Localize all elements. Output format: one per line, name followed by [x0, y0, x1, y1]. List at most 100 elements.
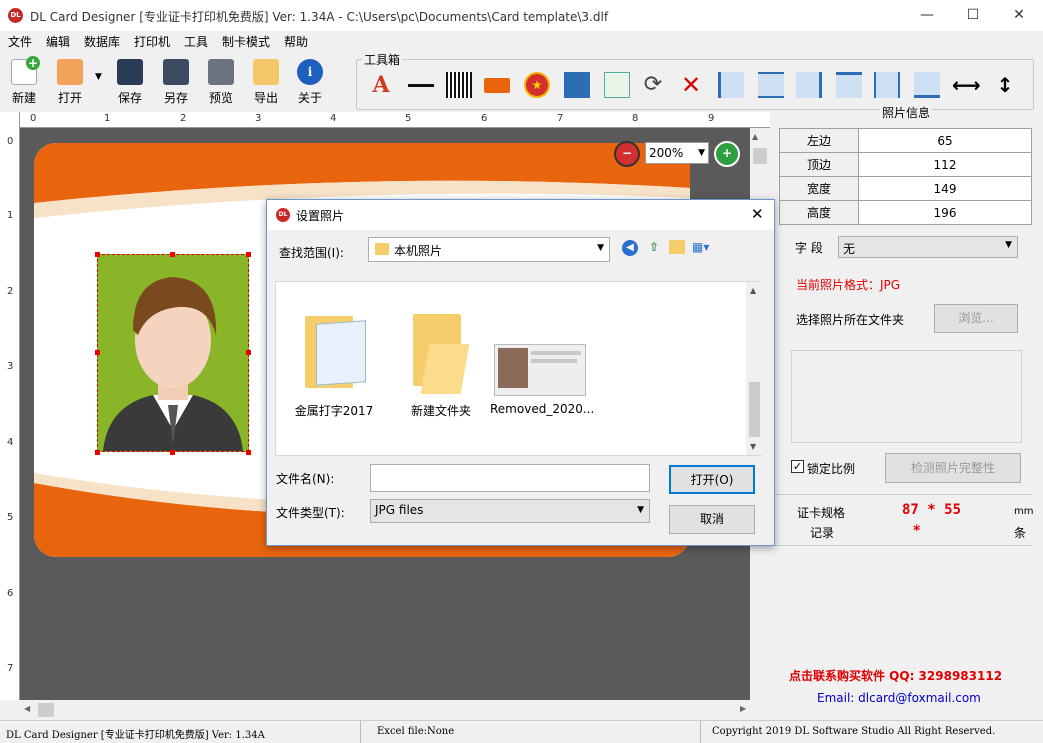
photo-tool-icon[interactable]: [564, 72, 590, 98]
filetype-label: 文件类型(T):: [276, 506, 345, 520]
list-item[interactable]: Removed_2020...: [490, 402, 594, 416]
export-button[interactable]: 导出: [246, 59, 286, 109]
table-row: 顶边 112: [779, 152, 1032, 177]
delete-tool-icon[interactable]: ✕: [678, 72, 704, 98]
scroll-thumb[interactable]: [38, 703, 54, 717]
new-folder-icon[interactable]: [669, 240, 685, 254]
ruler-tick-label: 7: [557, 113, 564, 124]
up-folder-icon[interactable]: ⇧: [646, 240, 662, 256]
text-tool-icon[interactable]: A: [368, 72, 394, 98]
menu-help[interactable]: 帮助: [284, 33, 308, 50]
distribute-vertical-icon[interactable]: ↕: [992, 72, 1018, 98]
check-integrity-button[interactable]: 检测照片完整性: [885, 453, 1021, 483]
view-menu-icon[interactable]: ▦▾: [692, 240, 714, 256]
resize-handle[interactable]: [95, 350, 100, 355]
rotate-tool-icon[interactable]: ⟳: [640, 72, 666, 98]
scroll-left-icon[interactable]: ◀: [24, 704, 30, 713]
photo-preview-box: [791, 350, 1022, 443]
menu-database[interactable]: 数据库: [84, 33, 120, 50]
menu-card-mode[interactable]: 制卡模式: [222, 33, 270, 50]
resize-handle[interactable]: [246, 350, 251, 355]
records-value: *: [913, 523, 921, 539]
card-tool-icon[interactable]: [484, 72, 510, 98]
seal-tool-icon[interactable]: ★: [524, 72, 550, 98]
table-tool-icon[interactable]: [604, 72, 630, 98]
distribute-horizontal-icon[interactable]: ⟷: [952, 72, 981, 98]
zoom-out-icon[interactable]: −: [614, 141, 640, 167]
export-card-icon: [253, 59, 279, 85]
resize-handle[interactable]: [95, 450, 100, 455]
chevron-down-icon: ▼: [698, 148, 705, 158]
scroll-up-icon[interactable]: ▲: [752, 132, 758, 141]
barcode-tool-icon[interactable]: [446, 72, 472, 98]
ruler-tick-label: 4: [7, 437, 14, 448]
status-bar: DL Card Designer [专业证卡打印机免费版] Ver: 1.34A…: [0, 720, 1043, 743]
ruler-tick-label: 3: [255, 113, 262, 124]
purchase-contact-link[interactable]: 点击联系购买软件 QQ: 3298983112: [789, 667, 1002, 684]
prop-value[interactable]: 65: [858, 128, 1032, 153]
scroll-thumb[interactable]: [753, 148, 767, 164]
browse-button[interactable]: 浏览...: [934, 304, 1018, 333]
open-dropdown-icon[interactable]: ▼: [95, 72, 102, 82]
field-select[interactable]: 无 ▼: [838, 236, 1018, 258]
menu-file[interactable]: 文件: [8, 33, 32, 50]
scroll-right-icon[interactable]: ▶: [740, 704, 746, 713]
zoom-in-icon[interactable]: +: [714, 141, 740, 167]
align-right-icon[interactable]: [796, 72, 822, 98]
new-button[interactable]: + 新建: [4, 56, 44, 109]
filetype-select[interactable]: JPG files ▼: [370, 499, 650, 523]
save-as-button[interactable]: 另存: [156, 59, 196, 109]
cancel-button[interactable]: 取消: [669, 505, 755, 534]
resize-handle[interactable]: [170, 450, 175, 455]
list-item[interactable]: 新建文件夹: [396, 402, 486, 419]
menu-edit[interactable]: 编辑: [46, 33, 70, 50]
open-button[interactable]: 打开: [50, 59, 90, 109]
filename-input[interactable]: [370, 464, 650, 492]
about-button[interactable]: i 关于: [290, 59, 330, 109]
save-disk-icon: [117, 59, 143, 85]
align-left-icon[interactable]: [718, 72, 744, 98]
prop-value[interactable]: 149: [858, 176, 1032, 201]
scroll-thumb[interactable]: [749, 382, 760, 437]
horizontal-scrollbar[interactable]: ◀ ▶: [20, 700, 770, 720]
dialog-close-icon[interactable]: ✕: [751, 205, 764, 223]
close-button[interactable]: ✕: [996, 0, 1042, 31]
ruler-tick-label: 3: [7, 361, 14, 372]
photo-element[interactable]: [97, 254, 249, 452]
open-file-button[interactable]: 打开(O): [669, 465, 755, 494]
align-top-icon[interactable]: [836, 72, 862, 98]
align-bottom-icon[interactable]: [914, 72, 940, 98]
maximize-button[interactable]: ☐: [950, 0, 996, 31]
prop-value[interactable]: 196: [858, 200, 1032, 225]
print-preview-icon: [208, 59, 234, 85]
file-list-scrollbar[interactable]: ▲ ▼: [746, 282, 763, 455]
ruler-tick-label: 0: [7, 136, 14, 147]
email-link[interactable]: Email: dlcard@foxmail.com: [817, 691, 981, 705]
look-in-select[interactable]: 本机照片 ▼: [368, 237, 610, 262]
ruler-tick-label: 2: [7, 286, 14, 297]
back-icon[interactable]: ◀: [622, 240, 638, 256]
zoom-select[interactable]: 200% ▼: [645, 142, 709, 164]
status-app-info: DL Card Designer [专业证卡打印机免费版] Ver: 1.34A: [6, 730, 265, 741]
resize-handle[interactable]: [246, 450, 251, 455]
menu-tools[interactable]: 工具: [184, 33, 208, 50]
toolbox-title: 工具箱: [362, 51, 403, 68]
resize-handle[interactable]: [170, 252, 175, 257]
menu-printer[interactable]: 打印机: [134, 33, 170, 50]
file-list[interactable]: 金属打字2017 新建文件夹 Removed_2020... ▲ ▼: [275, 281, 763, 456]
lock-ratio-checkbox[interactable]: ✓: [791, 460, 804, 473]
resize-handle[interactable]: [246, 252, 251, 257]
open-folder-icon: [57, 59, 83, 85]
preview-button[interactable]: 预览: [201, 59, 241, 109]
list-item[interactable]: 金属打字2017: [288, 402, 380, 419]
align-center-icon[interactable]: [758, 72, 784, 98]
align-middle-icon[interactable]: [874, 72, 900, 98]
line-tool-icon[interactable]: [408, 72, 434, 98]
chevron-down-icon: ▼: [637, 505, 644, 515]
dialog-title: 设置照片: [296, 209, 345, 223]
save-button[interactable]: 保存: [110, 59, 150, 109]
prop-value[interactable]: 112: [858, 152, 1032, 177]
resize-handle[interactable]: [95, 252, 100, 257]
filename-label: 文件名(N):: [276, 472, 335, 486]
minimize-button[interactable]: —: [904, 0, 950, 31]
